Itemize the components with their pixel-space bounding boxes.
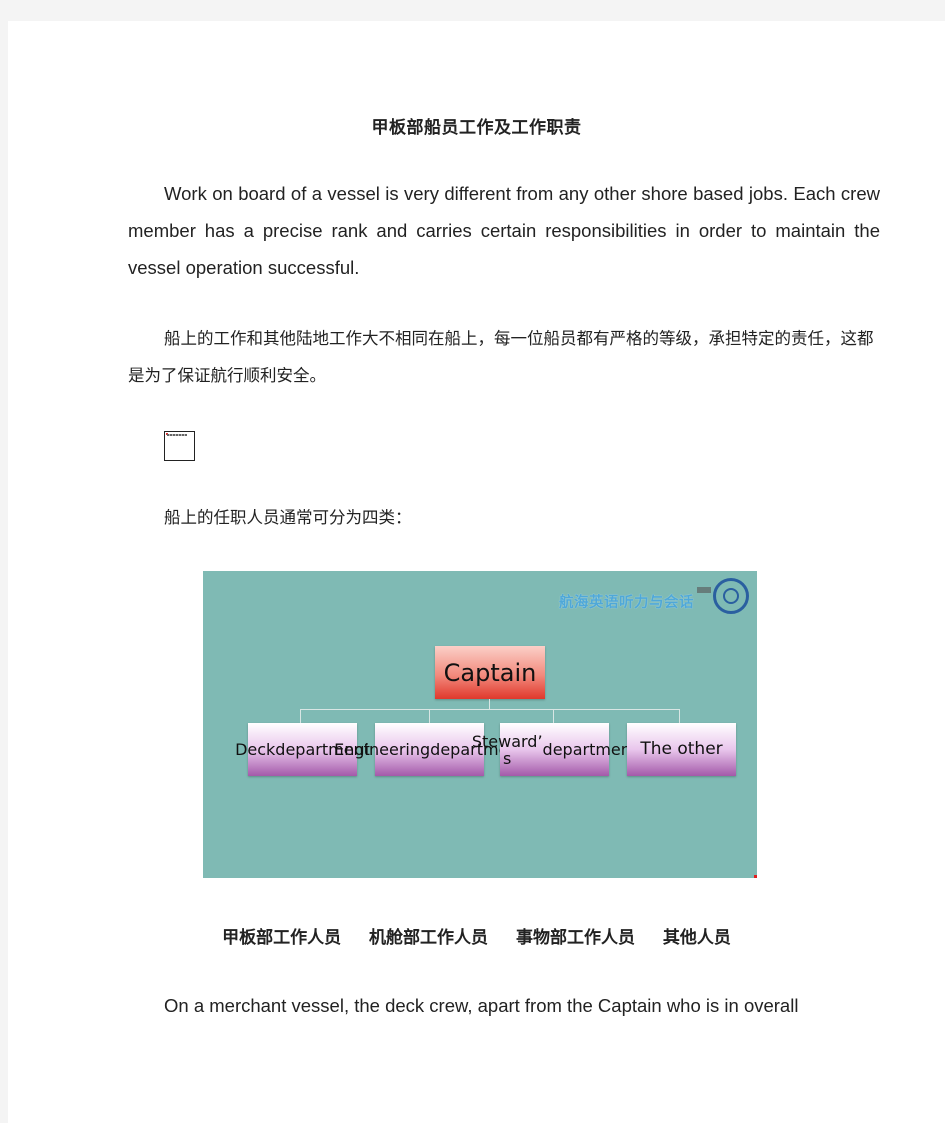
org-node-label-line: department — [542, 740, 638, 759]
org-node-stewards-department: Steward’ s department — [472, 723, 637, 776]
org-connector — [489, 699, 490, 709]
caption-other-staff: 其他人员 — [662, 928, 731, 948]
org-chart-caption: 甲板部工作人员 机舱部工作人员 事物部工作人员 其他人员 — [8, 923, 945, 948]
org-connector — [679, 709, 680, 723]
university-seal-icon — [713, 578, 749, 614]
org-node-engineering-department: Engineering department — [334, 723, 525, 776]
org-node-label-line: Steward’ s — [471, 731, 543, 768]
org-connector — [300, 709, 679, 710]
paragraph-intro-en: Work on board of a vessel is very differ… — [128, 175, 880, 286]
slide-brand-text: 航海英语听力与会话 — [559, 595, 694, 611]
broken-image-alt-text — [167, 434, 187, 436]
slide-mini-icon — [697, 587, 711, 593]
broken-image-icon — [164, 431, 195, 461]
org-node-captain: Captain — [435, 646, 545, 699]
org-node-label-line: Deck — [235, 740, 276, 759]
org-chart-slide-image: 航海英语听力与会话 Captain Deck department Enginee… — [203, 571, 757, 878]
paragraph-intro-zh-text: 船上的工作和其他陆地工作大不相同在船上，每一位船员都有严格的等级，承担特定的责任… — [128, 329, 874, 385]
org-connector — [553, 709, 554, 723]
org-node-the-other: The other — [627, 723, 736, 776]
document-title: 甲板部船员工作及工作职责 — [371, 118, 582, 138]
org-connector — [300, 709, 301, 723]
paragraph-intro-zh: 船上的工作和其他陆地工作大不相同在船上，每一位船员都有严格的等级，承担特定的责任… — [128, 320, 888, 394]
paragraph-categories-zh: 船上的任职人员通常可分为四类： — [128, 499, 888, 536]
paragraph-intro-en-text: Work on board of a vessel is very differ… — [128, 183, 880, 278]
paragraph-deck-crew-en: On a merchant vessel, the deck crew, apa… — [128, 987, 880, 1024]
caption-steward-staff: 事物部工作人员 — [515, 928, 635, 948]
caption-deck-staff: 甲板部工作人员 — [222, 928, 342, 948]
paragraph-deck-crew-en-text: On a merchant vessel, the deck crew, apa… — [164, 995, 799, 1016]
document-page: 甲板部船员工作及工作职责 Work on board of a vessel i… — [8, 21, 945, 1123]
slide-corner-marker — [754, 875, 757, 878]
caption-engine-staff: 机舱部工作人员 — [369, 928, 489, 948]
org-connector — [429, 709, 430, 723]
org-node-label-line: Engineering — [334, 740, 431, 759]
paragraph-categories-zh-text: 船上的任职人员通常可分为四类： — [164, 508, 412, 527]
